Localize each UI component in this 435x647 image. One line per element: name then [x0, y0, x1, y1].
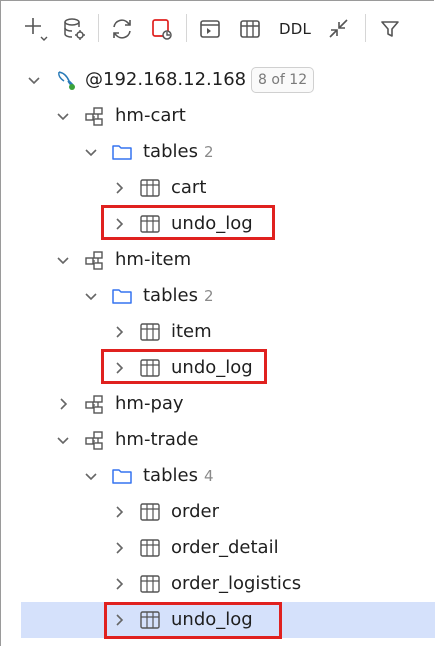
chevron-right-icon[interactable] [111, 324, 127, 340]
schema-label: hm-trade [115, 429, 199, 450]
table-icon [240, 20, 260, 38]
table-icon [140, 215, 160, 233]
table-label: order_logistics [171, 573, 302, 594]
table-icon [140, 575, 160, 593]
schema-label: hm-cart [115, 105, 186, 126]
chevron-down-icon[interactable] [55, 108, 71, 124]
table-label: order [171, 501, 219, 522]
chevron-down-icon[interactable] [83, 144, 99, 160]
schema-count-badge: 8 of 12 [251, 67, 315, 93]
tree-node-table[interactable]: undo_log [1, 350, 435, 386]
disconnect-icon [152, 19, 172, 40]
tables-folder-label: tables 2 [143, 284, 214, 308]
tree-node-table[interactable]: order [1, 494, 435, 530]
tree-node-schema-hm-item[interactable]: hm-item [1, 242, 435, 278]
table-count: 2 [203, 143, 214, 161]
database-explorer-panel: DDL @192.168.12.168 8 of 12 hm-cart tabl… [0, 0, 435, 646]
table-label: item [171, 321, 212, 342]
toolbar-separator [365, 14, 366, 42]
schema-icon [85, 395, 103, 414]
tree-node-schema-hm-pay[interactable]: hm-pay [1, 386, 435, 422]
table-label: undo_log [171, 357, 253, 378]
refresh-button[interactable] [107, 15, 137, 43]
chevron-right-icon[interactable] [111, 540, 127, 556]
chevron-right-icon[interactable] [111, 504, 127, 520]
tree-node-table[interactable]: order_detail [1, 530, 435, 566]
chevron-right-icon[interactable] [111, 612, 127, 628]
table-icon [140, 179, 160, 197]
table-icon [140, 503, 160, 521]
database-gear-icon [64, 18, 85, 40]
folder-icon [112, 145, 132, 160]
console-icon [200, 20, 220, 38]
table-icon [140, 323, 160, 341]
tree-node-table[interactable]: undo_log [1, 206, 435, 242]
tables-folder-label: tables 2 [143, 140, 214, 164]
chevron-down-icon[interactable] [55, 252, 71, 268]
mysql-dolphin-icon [58, 71, 75, 90]
tree-node-table[interactable]: item [1, 314, 435, 350]
table-label: undo_log [171, 609, 253, 630]
tree-node-table-selected[interactable]: undo_log [21, 602, 435, 638]
jump-to-query-button[interactable] [323, 15, 355, 43]
toolbar-separator [98, 14, 99, 42]
ddl-button[interactable]: DDL [275, 15, 315, 43]
schema-label: hm-pay [115, 393, 184, 414]
tree-node-tables-folder[interactable]: tables 2 [1, 278, 435, 314]
plus-icon [25, 18, 48, 41]
host-label: @192.168.12.168 [85, 69, 247, 90]
tree-node-tables-folder[interactable]: tables 4 [1, 458, 435, 494]
table-editor-button[interactable] [235, 15, 265, 43]
toolbar: DDL [1, 1, 435, 55]
filter-button[interactable] [375, 15, 405, 43]
tree-node-table[interactable]: cart [1, 170, 435, 206]
toolbar-separator [186, 14, 187, 42]
query-console-button[interactable] [195, 15, 225, 43]
chevron-right-icon[interactable] [111, 180, 127, 196]
add-button[interactable] [21, 15, 51, 43]
folder-icon [112, 289, 132, 304]
chevron-down-icon[interactable] [83, 288, 99, 304]
chevron-down-icon[interactable] [55, 432, 71, 448]
schema-icon [85, 431, 103, 450]
refresh-icon [113, 19, 131, 39]
schema-icon [85, 251, 103, 270]
tables-label: tables [143, 141, 198, 162]
table-icon [140, 359, 160, 377]
table-count: 2 [203, 287, 214, 305]
tree-node-table[interactable]: order_logistics [1, 566, 435, 602]
chevron-right-icon[interactable] [111, 216, 127, 232]
chevron-down-icon[interactable] [26, 72, 42, 88]
tree-node-tables-folder[interactable]: tables 2 [1, 134, 435, 170]
tables-label: tables [143, 285, 198, 306]
table-label: cart [171, 177, 207, 198]
schema-icon [85, 107, 103, 126]
schema-label: hm-item [115, 249, 192, 270]
data-source-properties-button[interactable] [59, 15, 89, 43]
chevron-down-icon[interactable] [83, 468, 99, 484]
tables-folder-label: tables 4 [143, 464, 214, 488]
chevron-right-icon[interactable] [111, 576, 127, 592]
ddl-label: DDL [278, 20, 312, 38]
table-icon [140, 611, 160, 629]
chevron-right-icon[interactable] [111, 360, 127, 376]
tree-node-schema-hm-trade[interactable]: hm-trade [1, 422, 435, 458]
disconnect-button[interactable] [147, 15, 177, 43]
tables-label: tables [143, 465, 198, 486]
table-label: order_detail [171, 537, 279, 558]
filter-icon [381, 21, 399, 37]
table-icon [140, 539, 160, 557]
table-label: undo_log [171, 213, 253, 234]
folder-icon [112, 469, 132, 484]
tree-node-host[interactable]: @192.168.12.168 8 of 12 [1, 62, 435, 98]
collapse-arrows-icon [329, 19, 348, 38]
tree-node-schema-hm-cart[interactable]: hm-cart [1, 98, 435, 134]
table-count: 4 [203, 467, 214, 485]
chevron-right-icon[interactable] [55, 396, 71, 412]
